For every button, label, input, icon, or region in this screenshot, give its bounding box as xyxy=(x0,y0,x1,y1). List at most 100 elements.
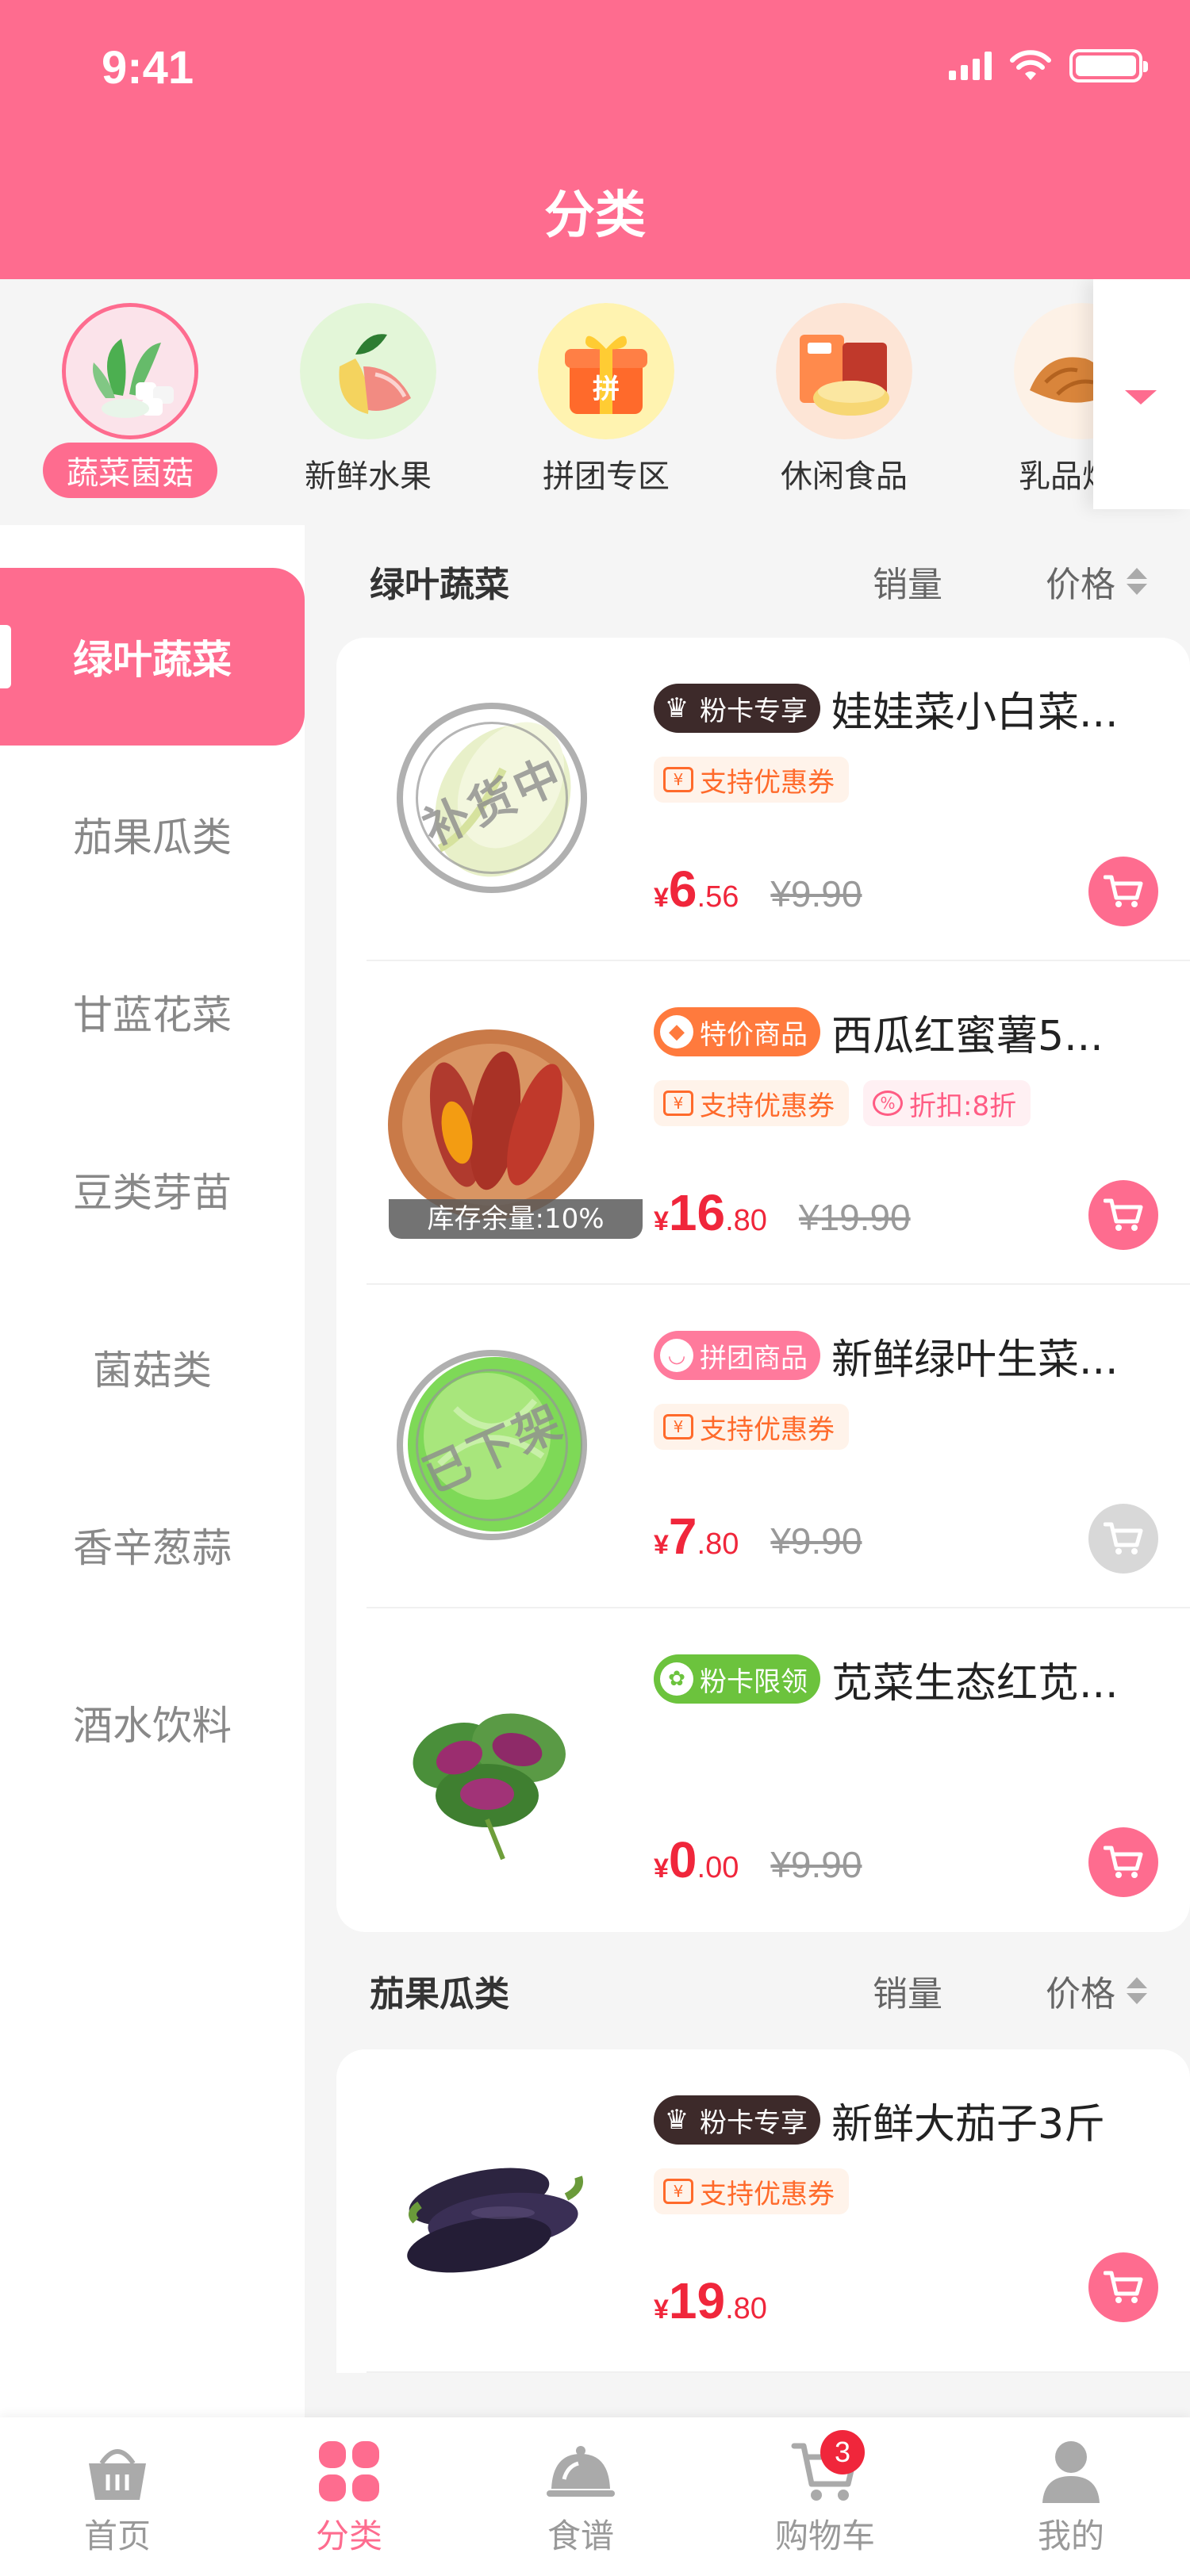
price-decimal: .80 xyxy=(725,2292,767,2325)
product-info: ♛ 粉卡专享 新鲜大茄子3斤 ¥ 支持优惠券 ¥19.80 xyxy=(654,2091,1190,2329)
add-to-cart-button[interactable] xyxy=(1088,857,1158,926)
sort-price-label: 价格 xyxy=(1046,565,1115,605)
product-item[interactable]: 已下架 ◡ 拼团商品 新鲜绿叶生菜... ¥ 支持优惠券 ¥7.80 ¥9.90 xyxy=(367,1285,1190,1608)
page-title: 分类 xyxy=(544,186,646,245)
nav-cart[interactable]: 3 购物车 xyxy=(746,2430,904,2558)
top-category-fruit[interactable]: 新鲜水果 xyxy=(273,303,463,496)
price-integer: 0 xyxy=(668,1831,697,1888)
coupon-tag: ¥ 支持优惠券 xyxy=(654,757,849,803)
crown-icon: ♛ xyxy=(664,692,689,724)
vip-exclusive-badge: ♛ 粉卡专享 xyxy=(654,2095,820,2145)
sort-by-price-button[interactable]: 价格 xyxy=(1046,556,1147,607)
sidebar-item-leafy-greens[interactable]: 绿叶蔬菜 xyxy=(0,568,305,746)
badge-label: 粉卡专享 xyxy=(700,2106,808,2139)
status-time: 9:41 xyxy=(102,42,194,94)
sort-by-price-button[interactable]: 价格 xyxy=(1046,1965,1147,2016)
tag-label: 折扣:8折 xyxy=(909,1090,1017,1122)
status-icons xyxy=(949,49,1148,82)
cart-icon xyxy=(1104,1522,1143,1554)
cart-icon xyxy=(1104,1846,1143,1878)
product-image: 补货中 xyxy=(384,690,598,904)
product-name: 苋菜生态红苋... xyxy=(831,1659,1119,1708)
stamp-text: 补货中 xyxy=(415,746,572,857)
crown-icon: ♛ xyxy=(664,2104,689,2136)
price-integer: 6 xyxy=(668,861,697,918)
stock-remaining-label: 库存余量:10% xyxy=(389,1199,643,1239)
sort-by-sales-button[interactable]: 销量 xyxy=(873,556,942,607)
top-category-snacks[interactable]: 休闲食品 xyxy=(749,303,939,496)
product-image xyxy=(384,2102,598,2316)
badge-label: 粉卡限领 xyxy=(700,1666,808,1698)
coupon-icon: ¥ xyxy=(663,1414,693,1439)
product-item[interactable]: ✿ 粉卡限领 苋菜生态红苋... ¥0.00 ¥9.90 xyxy=(367,1608,1190,1932)
add-to-cart-button[interactable] xyxy=(1088,1827,1158,1897)
sidebar-item-spices[interactable]: 香辛葱蒜 xyxy=(0,1456,305,1634)
product-item[interactable]: 补货中 ♛ 粉卡专享 娃娃菜小白菜... ¥ 支持优惠券 ¥6.56 ¥9.90 xyxy=(367,638,1190,961)
cart-icon xyxy=(1104,1198,1143,1231)
original-price: ¥9.90 xyxy=(770,873,862,914)
product-image xyxy=(384,1661,598,1875)
coupon-icon: ¥ xyxy=(663,1091,693,1116)
fruit-image xyxy=(300,303,436,439)
product-price: ¥16.80 xyxy=(654,1183,767,1242)
tag-label: 支持优惠券 xyxy=(700,1090,835,1122)
coupon-icon: ¥ xyxy=(663,767,693,792)
cart-count-badge: 3 xyxy=(820,2430,865,2474)
nav-home[interactable]: 首页 xyxy=(38,2436,197,2558)
price-tag-icon: ◆ xyxy=(660,1015,693,1048)
vip-exclusive-badge: ♛ 粉卡专享 xyxy=(654,684,820,733)
top-category-vegetables[interactable]: 蔬菜菌菇 xyxy=(35,303,225,498)
svg-text:拼: 拼 xyxy=(593,374,620,405)
currency-symbol: ¥ xyxy=(654,1853,669,1884)
product-item[interactable]: ♛ 粉卡专享 新鲜大茄子3斤 ¥ 支持优惠券 ¥19.80 xyxy=(367,2049,1190,2373)
sidebar-item-beverages[interactable]: 酒水饮料 xyxy=(0,1634,305,1811)
add-to-cart-button[interactable] xyxy=(1088,2252,1158,2322)
nav-profile[interactable]: 我的 xyxy=(992,2436,1150,2558)
sidebar-item-brassica[interactable]: 甘蓝花菜 xyxy=(0,923,305,1101)
tag-label: 支持优惠券 xyxy=(700,1413,835,1446)
top-category-label: 蔬菜菌菇 xyxy=(43,443,217,498)
triangle-down-icon xyxy=(1125,390,1157,404)
price-decimal: .56 xyxy=(697,880,739,914)
cloche-icon xyxy=(543,2436,619,2506)
section-header: 茄果瓜类 销量 价格 xyxy=(336,1932,1190,2049)
add-to-cart-button-disabled[interactable] xyxy=(1088,1504,1158,1574)
coupon-tag: ¥ 支持优惠券 xyxy=(654,1404,849,1450)
coupon-tag: ¥ 支持优惠券 xyxy=(654,2168,849,2214)
sidebar-item-mushrooms[interactable]: 菌菇类 xyxy=(0,1278,305,1456)
sidebar-item-solanaceous[interactable]: 茄果瓜类 xyxy=(0,746,305,923)
snacks-image xyxy=(776,303,912,439)
sort-by-sales-button[interactable]: 销量 xyxy=(873,1965,942,2016)
nav-category[interactable]: 分类 xyxy=(270,2436,428,2558)
top-category-group-buy[interactable]: 拼 拼团专区 xyxy=(511,303,701,496)
bottom-nav: 首页 分类 食谱 3 购物车 我的 xyxy=(0,2417,1190,2576)
sidebar-item-beans-sprouts[interactable]: 豆类芽苗 xyxy=(0,1101,305,1278)
product-image: 已下架 xyxy=(384,1337,598,1551)
nav-label: 购物车 xyxy=(774,2517,875,2555)
coupon-tag: ¥ 支持优惠券 xyxy=(654,1080,849,1126)
product-list: 绿叶蔬菜 销量 价格 补货中 ♛ 粉卡专享 娃娃菜小白菜... ¥ 支持优惠券 … xyxy=(336,525,1190,2373)
price-decimal: .80 xyxy=(697,1528,739,1561)
product-info: ◡ 拼团商品 新鲜绿叶生菜... ¥ 支持优惠券 ¥7.80 ¥9.90 xyxy=(654,1326,1190,1565)
top-category-strip[interactable]: 蔬菜菌菇 新鲜水果 拼 拼团专区 休闲食品 乳品烘焙 xyxy=(0,279,1190,525)
top-category-label: 拼团专区 xyxy=(543,458,670,495)
badge-label: 粉卡专享 xyxy=(700,695,808,727)
add-to-cart-button[interactable] xyxy=(1088,1180,1158,1250)
product-info: ◆ 特价商品 西瓜红蜜薯5... ¥ 支持优惠券 % 折扣:8折 ¥16.80 ¥19… xyxy=(654,1002,1190,1241)
nav-label: 首页 xyxy=(83,2517,151,2555)
product-name: 娃娃菜小白菜... xyxy=(831,688,1119,737)
special-offer-badge: ◆ 特价商品 xyxy=(654,1007,820,1056)
cart-icon xyxy=(1104,875,1143,907)
nav-recipes[interactable]: 食谱 xyxy=(501,2436,660,2558)
price-decimal: .00 xyxy=(697,1851,739,1884)
product-item[interactable]: 库存余量:10% ◆ 特价商品 西瓜红蜜薯5... ¥ 支持优惠券 % 折扣:8折 ¥… xyxy=(367,961,1190,1285)
section-title: 茄果瓜类 xyxy=(370,1974,509,2014)
section-title: 绿叶蔬菜 xyxy=(370,565,509,605)
expand-categories-button[interactable] xyxy=(1093,279,1190,509)
product-name: 西瓜红蜜薯5... xyxy=(831,1012,1104,1060)
product-price: ¥19.80 xyxy=(654,2271,767,2330)
badge-label: 特价商品 xyxy=(700,1018,808,1051)
product-card-group: ♛ 粉卡专享 新鲜大茄子3斤 ¥ 支持优惠券 ¥19.80 xyxy=(336,2049,1190,2373)
battery-icon xyxy=(1069,49,1148,82)
currency-symbol: ¥ xyxy=(654,883,669,913)
